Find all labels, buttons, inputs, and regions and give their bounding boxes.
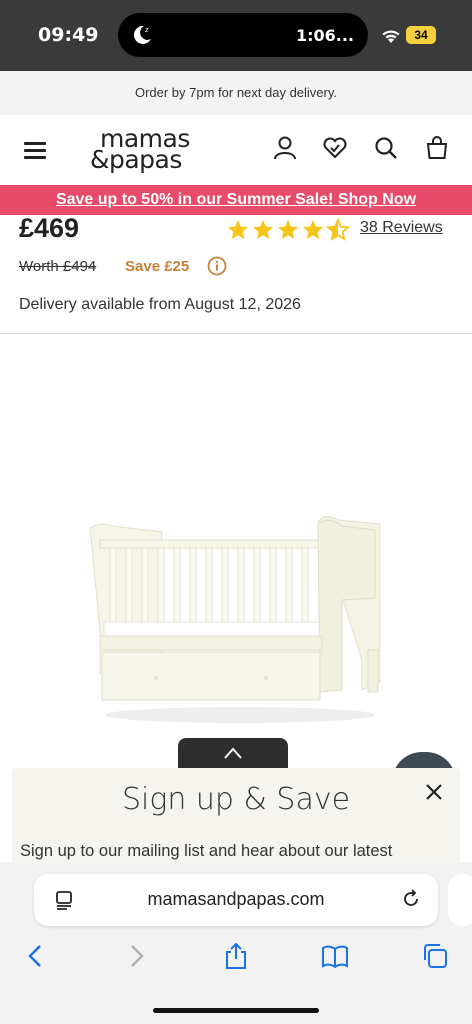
bag-icon[interactable] <box>424 135 450 161</box>
logo-line-2: &papas <box>90 145 182 174</box>
search-icon[interactable] <box>373 135 399 161</box>
bookmarks-icon[interactable] <box>321 942 349 970</box>
star-full-icon <box>228 220 248 239</box>
wifi-icon <box>382 30 400 43</box>
home-indicator <box>153 1008 319 1013</box>
share-icon[interactable] <box>222 942 250 970</box>
activity-text: 1:06... <box>295 26 354 45</box>
product-image[interactable] <box>80 510 390 730</box>
dynamic-island[interactable]: z 1:06... <box>118 13 368 57</box>
menu-icon[interactable] <box>24 142 46 159</box>
signup-panel: Sign up & Save Sign up to our mailing li… <box>12 768 460 868</box>
forward-icon[interactable] <box>122 942 150 970</box>
delivery-banner: Order by 7pm for next day delivery. <box>0 71 472 115</box>
close-icon[interactable] <box>424 782 444 802</box>
original-price: Worth £494 <box>19 258 97 275</box>
delivery-date: Delivery available from August 12, 2026 <box>19 296 301 313</box>
star-full-icon <box>253 220 273 239</box>
signup-title: Sign up & Save <box>121 782 351 817</box>
star-full-icon <box>303 220 323 239</box>
battery-indicator: 34 <box>406 26 436 44</box>
tabs-icon[interactable] <box>421 942 449 970</box>
back-icon[interactable] <box>22 942 50 970</box>
sleep-moon-icon: z <box>133 25 151 44</box>
collapse-tab[interactable] <box>178 738 288 768</box>
url-text: mamasandpapas.com <box>147 889 325 909</box>
promo-banner: Save up to 50% in our Summer Sale! Shop … <box>0 185 472 215</box>
sale-link[interactable]: Save up to 50% in our Summer Sale! Shop … <box>56 191 416 208</box>
product-price: £469 <box>19 213 80 243</box>
next-tab-preview[interactable] <box>448 874 472 926</box>
divider <box>0 333 472 334</box>
info-icon[interactable] <box>207 256 227 276</box>
status-time: 09:49 <box>38 24 99 46</box>
reload-icon[interactable] <box>400 888 422 910</box>
wishlist-icon[interactable] <box>322 135 348 161</box>
rating-stars[interactable] <box>226 218 350 242</box>
site-logo[interactable]: mamas &papas <box>90 124 220 176</box>
star-full-icon <box>278 220 298 239</box>
browser-toolbar: mamasandpapas.com <box>0 862 472 1024</box>
site-header: mamas &papas <box>0 115 472 185</box>
reviews-link[interactable]: 38 Reviews <box>360 219 443 237</box>
savings-label: Save £25 <box>125 258 190 275</box>
signup-text: Sign up to our mailing list and hear abo… <box>20 842 393 860</box>
svg-text:z: z <box>145 26 149 34</box>
status-bar: 09:49 z 1:06... 34 <box>0 0 472 71</box>
star-half-icon <box>326 218 350 241</box>
address-bar[interactable]: mamasandpapas.com <box>34 874 438 926</box>
account-icon[interactable] <box>272 135 298 161</box>
chevron-up-icon <box>224 747 242 759</box>
